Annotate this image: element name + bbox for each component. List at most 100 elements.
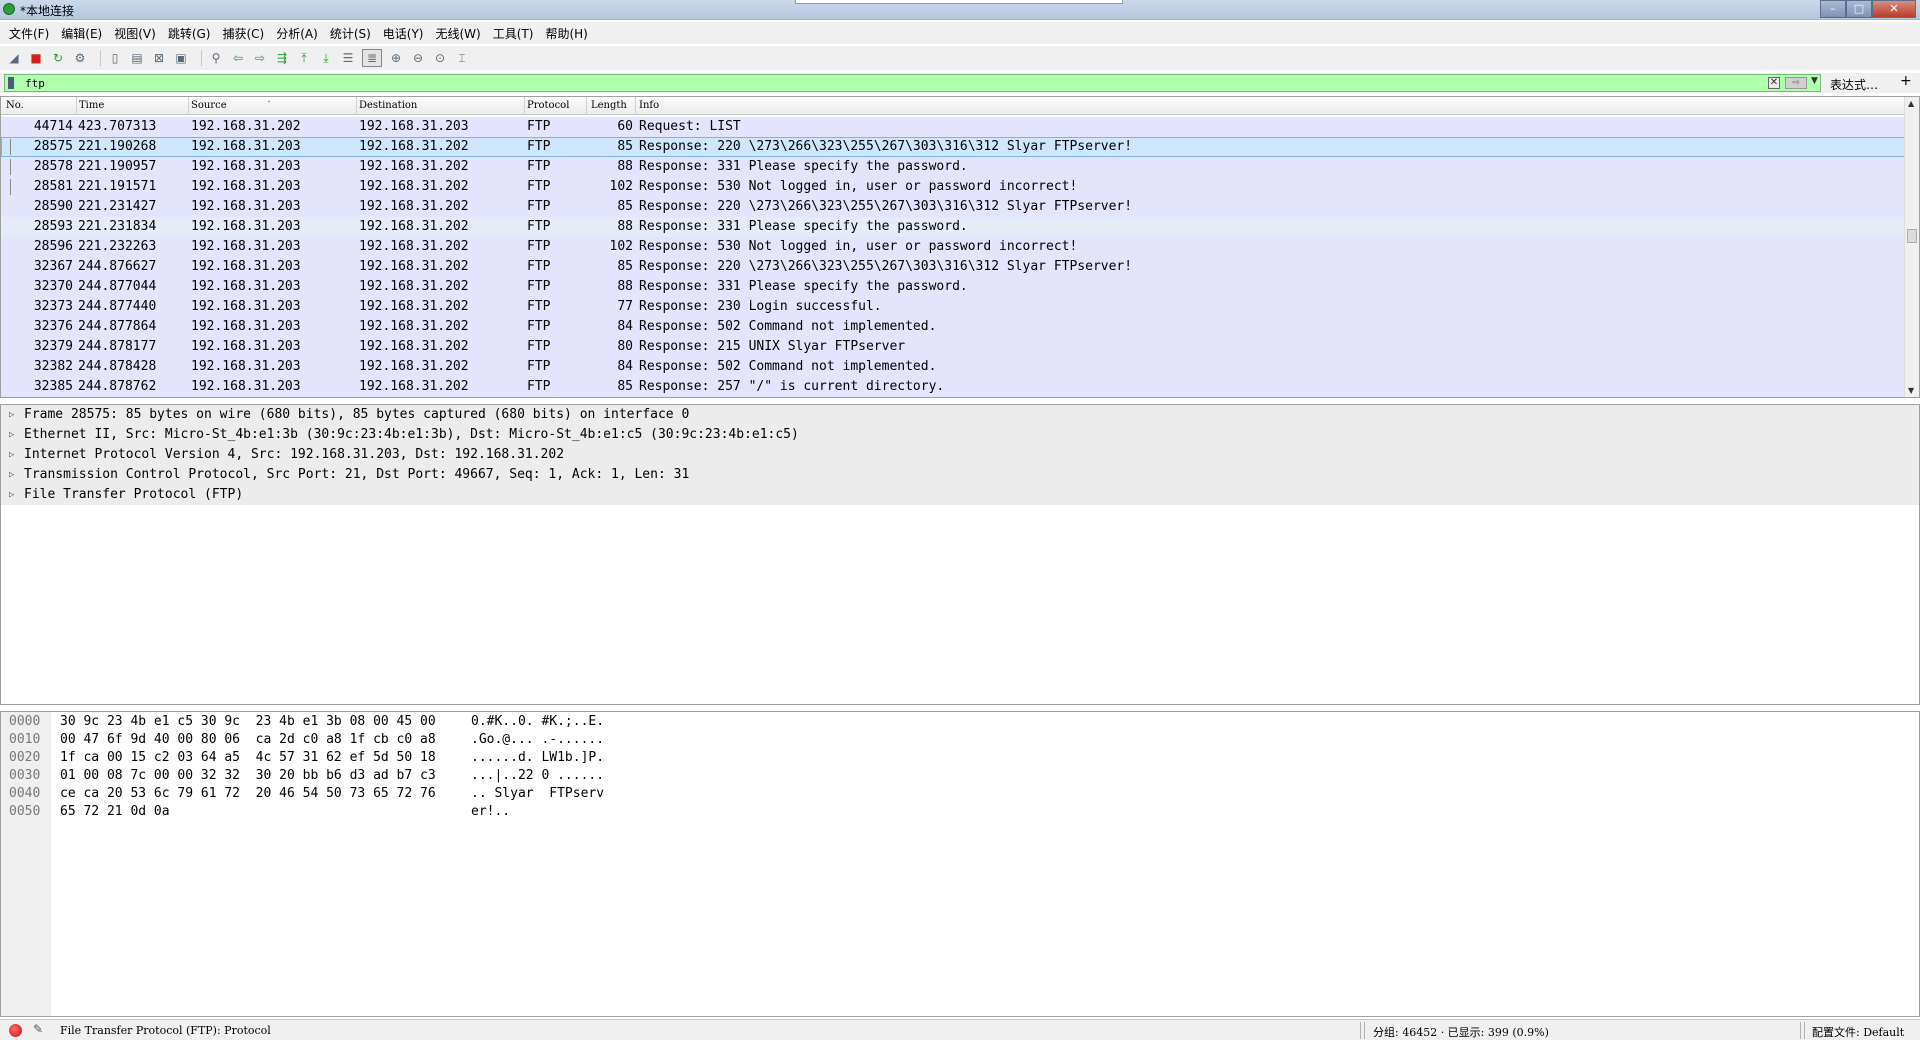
detail-tcp[interactable]: ▷ Transmission Control Protocol, Src Por… bbox=[1, 465, 1919, 485]
go-back-icon[interactable]: ⇦ bbox=[230, 50, 246, 66]
stop-capture-icon[interactable]: ■ bbox=[28, 50, 44, 66]
expand-triangle-icon[interactable]: ▷ bbox=[9, 405, 14, 425]
column-header-destination[interactable]: Destination bbox=[359, 100, 417, 111]
zoom-in-icon[interactable]: ⊕ bbox=[388, 50, 404, 66]
capture-comment-icon[interactable]: ✎ bbox=[33, 1022, 43, 1036]
expand-triangle-icon[interactable]: ▷ bbox=[9, 465, 14, 485]
menu-view[interactable]: 视图(V) bbox=[109, 25, 163, 42]
status-divider[interactable] bbox=[1360, 1022, 1361, 1039]
status-divider[interactable] bbox=[1804, 1022, 1805, 1039]
packet-details-pane[interactable]: ▷ Frame 28575: 85 bytes on wire (680 bit… bbox=[0, 404, 1920, 705]
column-header-length[interactable]: Length bbox=[591, 100, 627, 111]
expression-button[interactable]: 表达式… bbox=[1830, 76, 1878, 93]
clear-filter-icon[interactable]: ✕ bbox=[1768, 77, 1780, 89]
byte-hex[interactable]: 01 00 08 7c 00 00 32 32 30 20 bb b6 d3 a… bbox=[60, 767, 436, 785]
scrollbar-thumb[interactable] bbox=[1907, 229, 1917, 243]
packet-row[interactable]: 28581 221.191571 192.168.31.203 192.168.… bbox=[1, 177, 1906, 197]
first-packet-icon[interactable]: ⤒ bbox=[296, 50, 312, 66]
menu-file[interactable]: 文件(F) bbox=[4, 25, 56, 42]
menu-analyze[interactable]: 分析(A) bbox=[271, 25, 325, 42]
last-packet-icon[interactable]: ⤓ bbox=[318, 50, 334, 66]
packet-row[interactable]: 32370 244.877044 192.168.31.203 192.168.… bbox=[1, 277, 1906, 297]
status-divider[interactable] bbox=[1364, 1022, 1365, 1039]
go-forward-icon[interactable]: ⇨ bbox=[252, 50, 268, 66]
menu-capture[interactable]: 捕获(C) bbox=[217, 25, 271, 42]
menu-telephony[interactable]: 电话(Y) bbox=[378, 25, 431, 42]
packet-row[interactable]: 28596 221.232263 192.168.31.203 192.168.… bbox=[1, 237, 1906, 257]
column-header-no[interactable]: No. bbox=[6, 100, 24, 111]
menu-edit[interactable]: 编辑(E) bbox=[56, 25, 109, 42]
apply-filter-arrow-icon[interactable]: ⇨ bbox=[1785, 77, 1807, 89]
column-header-info[interactable]: Info bbox=[639, 100, 659, 111]
menu-tools[interactable]: 工具(T) bbox=[488, 25, 541, 42]
detail-ethernet[interactable]: ▷ Ethernet II, Src: Micro-St_4b:e1:3b (3… bbox=[1, 425, 1919, 445]
byte-ascii[interactable]: ...|..22 0 ...... bbox=[471, 767, 604, 785]
status-divider[interactable] bbox=[1800, 1022, 1801, 1039]
byte-ascii[interactable]: .. Slyar FTPserv bbox=[471, 785, 604, 803]
expert-info-icon[interactable] bbox=[9, 1024, 22, 1037]
packet-row[interactable]: 28590 221.231427 192.168.31.203 192.168.… bbox=[1, 197, 1906, 217]
packet-row[interactable]: 32385 244.878762 192.168.31.203 192.168.… bbox=[1, 377, 1906, 397]
expand-triangle-icon[interactable]: ▷ bbox=[9, 425, 14, 445]
packet-bytes-pane[interactable]: 0000 30 9c 23 4b e1 c5 30 9c 23 4b e1 3b… bbox=[0, 711, 1920, 1017]
display-filter-value[interactable]: ftp bbox=[25, 77, 45, 90]
resize-columns-icon[interactable]: ⌶ bbox=[454, 50, 470, 66]
detail-frame[interactable]: ▷ Frame 28575: 85 bytes on wire (680 bit… bbox=[1, 405, 1919, 425]
find-packet-icon[interactable]: ⚲ bbox=[208, 50, 224, 66]
status-profile[interactable]: 配置文件: Default bbox=[1812, 1024, 1904, 1040]
packet-row-selected[interactable]: 28575 221.190268 192.168.31.203 192.168.… bbox=[1, 137, 1906, 157]
packet-row[interactable]: 44714 423.707313 192.168.31.202 192.168.… bbox=[1, 117, 1906, 137]
column-divider[interactable] bbox=[356, 97, 357, 115]
packet-row[interactable]: 28593 221.231834 192.168.31.203 192.168.… bbox=[1, 217, 1906, 237]
auto-scroll-icon[interactable]: ☰ bbox=[340, 50, 356, 66]
colorize-icon[interactable]: ≣ bbox=[362, 49, 382, 67]
packet-list-pane[interactable]: No. Time Source ˄ Destination Protocol L… bbox=[0, 96, 1920, 398]
menu-wireless[interactable]: 无线(W) bbox=[431, 25, 488, 42]
byte-hex[interactable]: 65 72 21 0d 0a bbox=[60, 803, 170, 821]
close-file-icon[interactable]: ⊠ bbox=[151, 50, 167, 66]
menu-go[interactable]: 跳转(G) bbox=[163, 25, 218, 42]
save-file-icon[interactable]: ▤ bbox=[129, 50, 145, 66]
menu-statistics[interactable]: 统计(S) bbox=[325, 25, 378, 42]
packet-row[interactable]: 32379 244.878177 192.168.31.203 192.168.… bbox=[1, 337, 1906, 357]
column-divider[interactable] bbox=[524, 97, 525, 115]
detail-ip[interactable]: ▷ Internet Protocol Version 4, Src: 192.… bbox=[1, 445, 1919, 465]
normal-size-icon[interactable]: ⊙ bbox=[432, 50, 448, 66]
packet-row[interactable]: 32367 244.876627 192.168.31.203 192.168.… bbox=[1, 257, 1906, 277]
start-capture-icon[interactable]: ◢ bbox=[6, 50, 22, 66]
display-filter-input[interactable]: ftp ✕ ⇨ ▼ bbox=[4, 74, 1821, 92]
restart-capture-icon[interactable]: ↻ bbox=[50, 50, 66, 66]
byte-ascii[interactable]: er!.. bbox=[471, 803, 510, 821]
packet-row[interactable]: 32376 244.877864 192.168.31.203 192.168.… bbox=[1, 317, 1906, 337]
open-file-icon[interactable]: ▯ bbox=[107, 50, 123, 66]
menu-help[interactable]: 帮助(H) bbox=[540, 25, 594, 42]
byte-hex[interactable]: 1f ca 00 15 c2 03 64 a5 4c 57 31 62 ef 5… bbox=[60, 749, 436, 767]
packet-row[interactable]: 28578 221.190957 192.168.31.203 192.168.… bbox=[1, 157, 1906, 177]
expand-triangle-icon[interactable]: ▷ bbox=[9, 445, 14, 465]
packet-row[interactable]: 32373 244.877440 192.168.31.203 192.168.… bbox=[1, 297, 1906, 317]
detail-ftp[interactable]: ▷ File Transfer Protocol (FTP) bbox=[1, 485, 1919, 505]
zoom-out-icon[interactable]: ⊖ bbox=[410, 50, 426, 66]
bookmark-icon[interactable] bbox=[8, 77, 14, 89]
column-header-source[interactable]: Source bbox=[191, 100, 227, 111]
byte-ascii[interactable]: .Go.@... .-...... bbox=[471, 731, 604, 749]
byte-hex[interactable]: 00 47 6f 9d 40 00 80 06 ca 2d c0 a8 1f c… bbox=[60, 731, 436, 749]
minimize-button[interactable]: – bbox=[1820, 0, 1846, 18]
packet-list-scrollbar[interactable]: ▲ ▼ bbox=[1904, 97, 1919, 397]
go-to-packet-icon[interactable]: ⇶ bbox=[274, 50, 290, 66]
byte-hex[interactable]: ce ca 20 53 6c 79 61 72 20 46 54 50 73 6… bbox=[60, 785, 436, 803]
column-divider[interactable] bbox=[188, 97, 189, 115]
column-divider[interactable] bbox=[586, 97, 587, 115]
scroll-down-icon[interactable]: ▼ bbox=[1908, 386, 1914, 395]
byte-ascii[interactable]: 0.#K..0. #K.;..E. bbox=[471, 713, 604, 731]
byte-ascii[interactable]: ......d. LW1b.]P. bbox=[471, 749, 604, 767]
maximize-button[interactable]: □ bbox=[1846, 0, 1872, 18]
scroll-up-icon[interactable]: ▲ bbox=[1908, 99, 1914, 108]
packet-row[interactable]: 32382 244.878428 192.168.31.203 192.168.… bbox=[1, 357, 1906, 377]
expand-triangle-icon[interactable]: ▷ bbox=[9, 485, 14, 505]
reload-file-icon[interactable]: ▣ bbox=[173, 50, 189, 66]
column-header-time[interactable]: Time bbox=[79, 100, 104, 111]
byte-hex[interactable]: 30 9c 23 4b e1 c5 30 9c 23 4b e1 3b 08 0… bbox=[60, 713, 436, 731]
add-filter-button[interactable]: + bbox=[1900, 73, 1912, 89]
column-header-protocol[interactable]: Protocol bbox=[527, 100, 569, 111]
